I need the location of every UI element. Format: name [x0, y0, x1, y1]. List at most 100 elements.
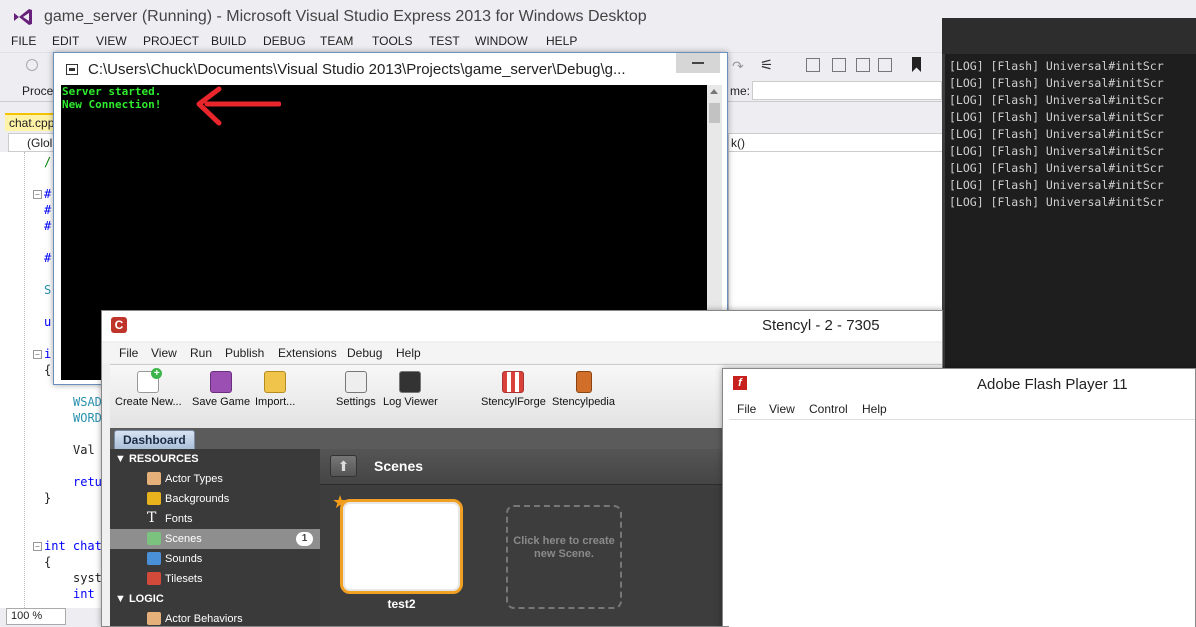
sidebar-item-tilesets[interactable]: Tilesets: [110, 569, 320, 589]
stencylpedia-button[interactable]: Stencylpedia: [552, 371, 615, 408]
stencylforge-button[interactable]: StencylForge: [481, 371, 546, 408]
flash-player-window: f Adobe Flash Player 11 File View Contro…: [722, 368, 1196, 627]
sidebar-item-actor-behaviors[interactable]: Actor Behaviors: [110, 609, 320, 626]
stencylpedia-label: Stencylpedia: [552, 396, 615, 408]
resources-header-label: RESOURCES: [128, 453, 199, 465]
vs-menu-test[interactable]: TEST: [429, 34, 460, 48]
vs-menu-team[interactable]: TEAM: [320, 34, 353, 48]
flash-menu-help[interactable]: Help: [862, 402, 887, 416]
stencyl-menu-debug[interactable]: Debug: [347, 346, 382, 360]
log-line: [LOG] [Flash] Universal#initScr: [949, 93, 1164, 107]
console-text: Server started. New Connection!: [62, 85, 161, 111]
code-line: {: [44, 555, 52, 569]
sidebar-item-sounds[interactable]: Sounds: [110, 549, 320, 569]
uncomment-icon[interactable]: [878, 58, 892, 72]
vs-menu-file[interactable]: FILE: [11, 34, 36, 48]
bookmark-icon[interactable]: [912, 57, 921, 72]
create-new-scene-button[interactable]: Click here to create new Scene.: [506, 505, 622, 609]
settings-icon: [344, 371, 367, 393]
resource-sidebar: ▼ RESOURCES Actor Types Backgrounds T Fon…: [110, 449, 320, 626]
sidebar-item-backgrounds[interactable]: Backgrounds: [110, 489, 320, 509]
comment-icon[interactable]: [856, 58, 870, 72]
sounds-icon: [147, 552, 161, 565]
toggle-bookmark-icon[interactable]: ⚟: [760, 56, 773, 74]
zoom-dropdown[interactable]: 100 %: [6, 608, 66, 625]
logic-header[interactable]: ▼ LOGIC: [115, 593, 164, 605]
vs-menu-help[interactable]: HELP: [546, 34, 577, 48]
redo-icon[interactable]: ↷: [732, 58, 744, 75]
code-line: i: [44, 347, 52, 361]
import-label: Import...: [255, 396, 296, 408]
stencyl-menu-file[interactable]: File: [119, 346, 138, 360]
log-viewer-label: Log Viewer: [383, 396, 438, 408]
fold-toggle[interactable]: −: [33, 190, 42, 199]
scroll-up-icon[interactable]: [710, 89, 718, 94]
console-title-bar[interactable]: C:\Users\Chuck\Documents\Visual Studio 2…: [54, 53, 727, 85]
tilesets-icon: [147, 572, 161, 585]
fold-toggle[interactable]: −: [33, 350, 42, 359]
log-line: [LOG] [Flash] Universal#initScr: [949, 144, 1164, 158]
editor-tab-chat-cpp[interactable]: chat.cpp: [5, 113, 56, 131]
outdent-icon[interactable]: [832, 58, 846, 72]
vs-menu-edit[interactable]: EDIT: [52, 34, 79, 48]
vs-menu-debug[interactable]: DEBUG: [263, 34, 306, 48]
sidebar-item-actor-types[interactable]: Actor Types: [110, 469, 320, 489]
stencyl-title-bar[interactable]: C Stencyl - 2 - 7305: [102, 311, 942, 341]
stencyl-title: Stencyl - 2 - 7305: [762, 317, 880, 334]
indent-icon[interactable]: [806, 58, 820, 72]
member-dropdown[interactable]: k(): [728, 133, 944, 152]
minimize-button[interactable]: [676, 53, 720, 73]
stencyl-menu-view[interactable]: View: [151, 346, 177, 360]
scroll-thumb[interactable]: [709, 103, 720, 123]
vs-menu-project[interactable]: PROJECT: [143, 34, 199, 48]
stencyl-menu-bar: File View Run Publish Extensions Debug H…: [102, 343, 942, 363]
console-line: New Connection!: [62, 98, 162, 111]
log-viewer-window: [LOG] [Flash] Universal#initScr [LOG] [F…: [942, 18, 1196, 373]
stencyl-menu-help[interactable]: Help: [396, 346, 421, 360]
back-icon[interactable]: [26, 59, 38, 71]
thread-name-box[interactable]: [752, 81, 942, 100]
stencyl-menu-extensions[interactable]: Extensions: [278, 346, 337, 360]
flash-logo-icon: f: [733, 376, 747, 390]
stencyl-menu-run[interactable]: Run: [190, 346, 212, 360]
scene-thumbnail[interactable]: [340, 499, 463, 594]
create-new-button[interactable]: + Create New...: [115, 368, 182, 408]
code-line: WSAD: [73, 395, 102, 409]
dashboard-tab[interactable]: Dashboard: [114, 430, 195, 449]
process-label: Proce: [22, 84, 54, 98]
flash-title-bar[interactable]: f Adobe Flash Player 11: [723, 369, 1195, 399]
actor-behaviors-icon: [147, 612, 161, 625]
vs-menu-window[interactable]: WINDOW: [475, 34, 528, 48]
import-button[interactable]: Import...: [255, 371, 295, 408]
flash-content-area[interactable]: [729, 419, 1195, 627]
stencyl-menu-publish[interactable]: Publish: [225, 346, 264, 360]
flash-menu-control[interactable]: Control: [809, 402, 848, 416]
sidebar-item-scenes[interactable]: Scenes 1: [110, 529, 320, 549]
vs-menu-build[interactable]: BUILD: [211, 34, 246, 48]
fold-toggle[interactable]: −: [33, 542, 42, 551]
code-line: retu: [73, 475, 102, 489]
code-line: syst: [73, 571, 102, 585]
stencylpedia-icon: [575, 371, 592, 393]
log-line: [LOG] [Flash] Universal#initScr: [949, 110, 1164, 124]
code-line: int: [73, 587, 95, 601]
log-output[interactable]: [LOG] [Flash] Universal#initScr [LOG] [F…: [945, 54, 1196, 373]
flash-menu-view[interactable]: View: [769, 402, 795, 416]
vs-window-title: game_server (Running) - Microsoft Visual…: [44, 8, 647, 25]
logic-header-label: LOGIC: [128, 593, 164, 605]
console-line: Server started.: [62, 85, 162, 98]
resources-header[interactable]: ▼ RESOURCES: [115, 453, 199, 465]
vs-menu-view[interactable]: VIEW: [96, 34, 127, 48]
red-arrow-annotation: [196, 86, 281, 126]
vs-menu-tools[interactable]: TOOLS: [372, 34, 412, 48]
log-viewer-button[interactable]: Log Viewer: [383, 371, 438, 408]
code-line: #: [44, 203, 52, 217]
save-game-button[interactable]: Save Game: [192, 371, 250, 408]
up-arrow-button[interactable]: ⬆: [330, 455, 357, 477]
stencyl-logo-icon: C: [111, 317, 127, 333]
flash-menu-bar: File View Control Help: [723, 399, 1195, 419]
log-line: [LOG] [Flash] Universal#initScr: [949, 76, 1164, 90]
flash-menu-file[interactable]: File: [737, 402, 756, 416]
sidebar-item-fonts[interactable]: T Fonts: [110, 509, 320, 529]
settings-button[interactable]: Settings: [336, 371, 376, 408]
